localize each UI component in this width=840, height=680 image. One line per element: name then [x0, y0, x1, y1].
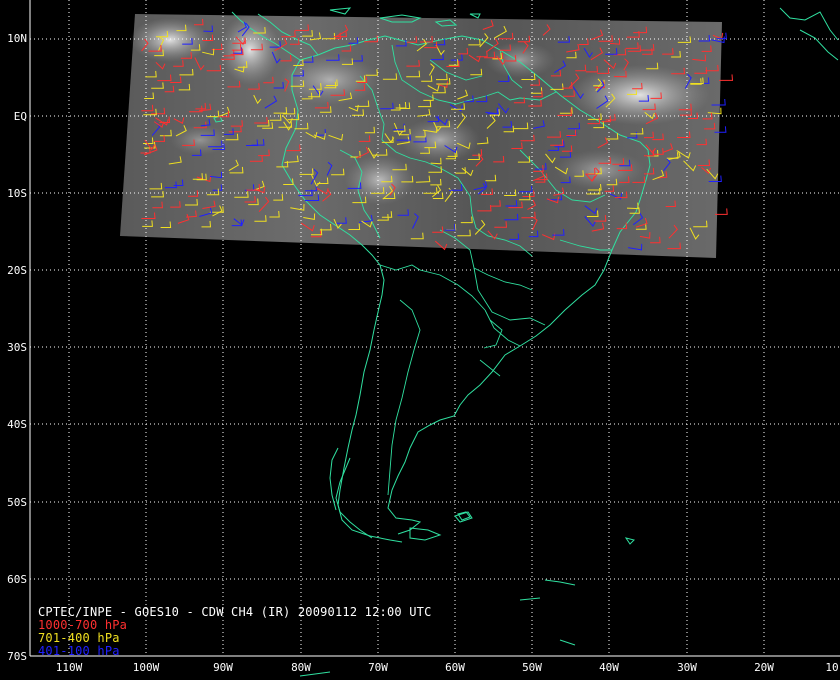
longitude-labels: 110W 100W 90W 80W 70W 60W 50W 40W 30W 20… [56, 661, 839, 674]
lat-label-40s: 40S [7, 418, 27, 431]
legend-mid-level: 701-400 hPa [38, 631, 120, 645]
lon-label-100w: 100W [133, 661, 160, 674]
lon-label-90w: 90W [213, 661, 233, 674]
lon-label-50w: 50W [522, 661, 542, 674]
lon-label-110w: 110W [56, 661, 83, 674]
legend-high-level: 401-100 hPa [38, 644, 120, 658]
latitude-labels: 10N EQ 10S 20S 30S 40S 50S 60S 70S [7, 32, 27, 663]
wind-barb [719, 74, 734, 81]
lon-label-70w: 70W [368, 661, 388, 674]
lat-label-10s: 10S [7, 187, 27, 200]
lon-label-30w: 30W [677, 661, 697, 674]
map-canvas: 10N EQ 10S 20S 30S 40S 50S 60S 70S 110W … [7, 0, 840, 677]
lon-label-10: 10 [825, 661, 838, 674]
lat-label-60s: 60S [7, 573, 27, 586]
lat-label-70s: 70S [7, 650, 27, 663]
lat-label-20s: 20S [7, 264, 27, 277]
lon-label-80w: 80W [291, 661, 311, 674]
lat-label-50s: 50S [7, 496, 27, 509]
legend-low-level: 1000-700 hPa [38, 618, 128, 632]
lat-label-eq: EQ [14, 110, 27, 123]
satellite-map: 10N EQ 10S 20S 30S 40S 50S 60S 70S 110W … [0, 0, 840, 680]
lon-label-20w: 20W [754, 661, 774, 674]
product-title: CPTEC/INPE - GOES10 - CDW CH4 (IR) 20090… [38, 605, 432, 619]
lon-label-60w: 60W [445, 661, 465, 674]
lat-label-30s: 30S [7, 341, 27, 354]
lat-label-10n: 10N [7, 32, 27, 45]
lon-label-40w: 40W [599, 661, 619, 674]
